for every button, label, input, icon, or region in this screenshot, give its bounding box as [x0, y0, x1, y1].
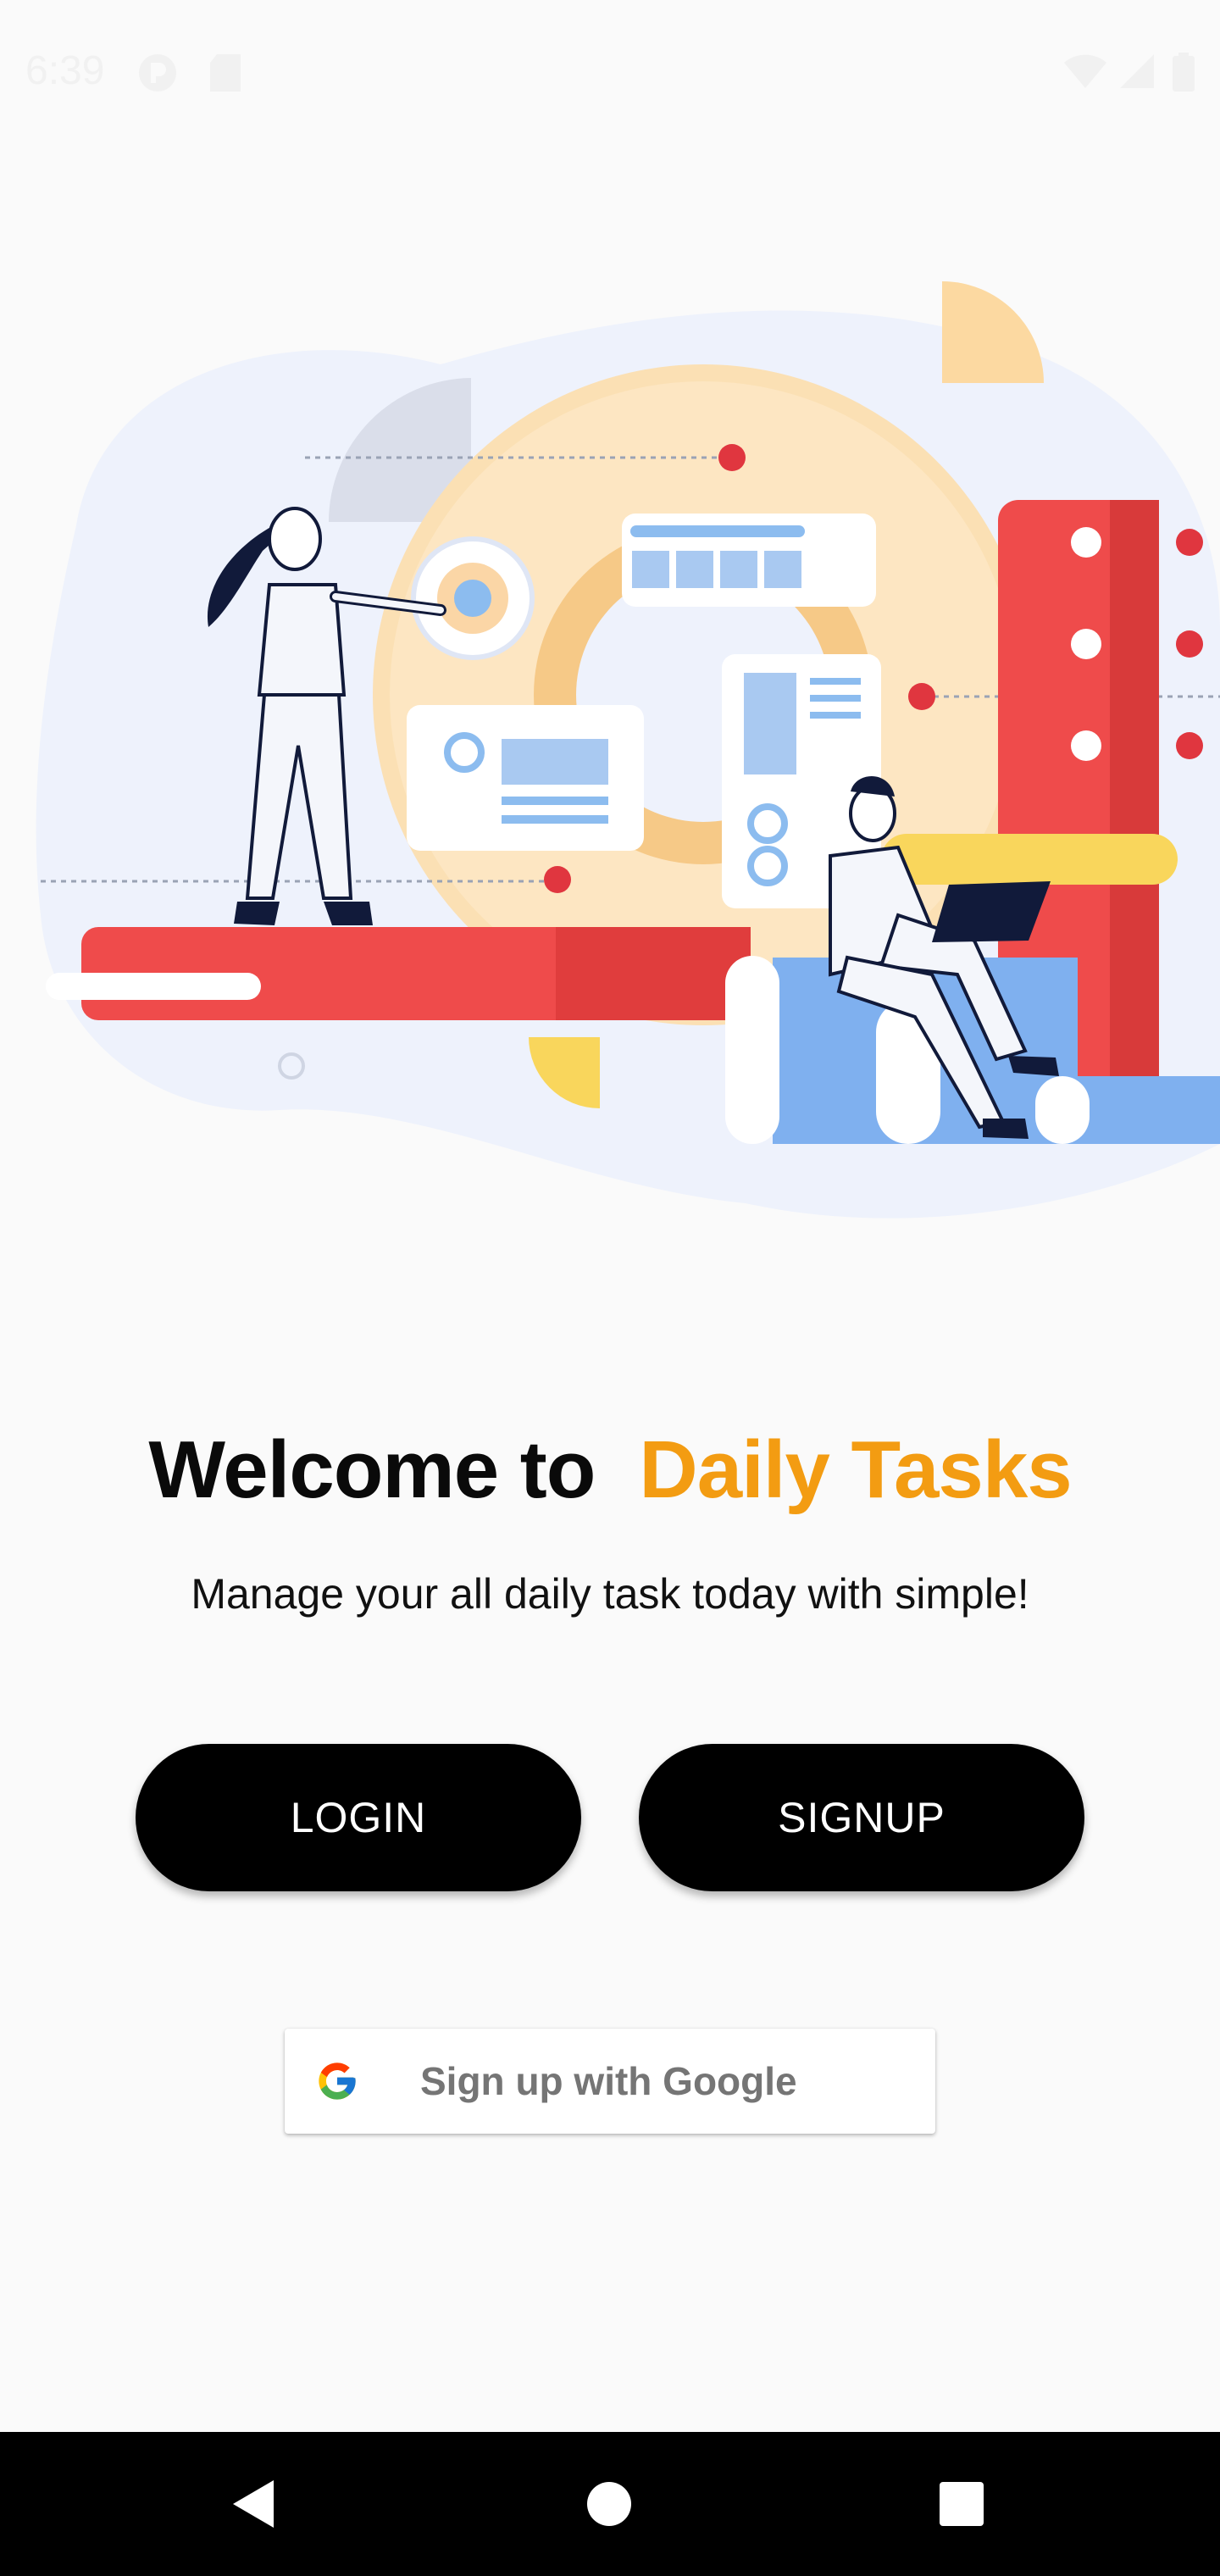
welcome-heading: Welcome to Daily Tasks	[0, 1424, 1220, 1517]
back-triangle-icon	[233, 2480, 274, 2528]
hero-illustration	[36, 281, 1220, 1219]
nav-home-button[interactable]	[571, 2466, 647, 2542]
app-name: Daily Tasks	[639, 1424, 1072, 1515]
google-signup-label: Sign up with Google	[420, 2059, 797, 2103]
app-notification-icon	[137, 53, 178, 97]
signal-icon	[1118, 53, 1156, 94]
home-circle-icon	[587, 2482, 631, 2526]
google-logo-icon	[315, 2059, 359, 2103]
nav-recents-button[interactable]	[923, 2466, 1000, 2542]
welcome-prefix: Welcome to	[148, 1424, 596, 1515]
status-time: 6:39	[25, 48, 105, 93]
system-nav-bar	[0, 2432, 1220, 2576]
battery-icon	[1173, 53, 1195, 96]
nav-back-button[interactable]	[215, 2466, 291, 2542]
welcome-subtitle: Manage your all daily task today with si…	[191, 1570, 1029, 1618]
sd-card-icon	[208, 53, 242, 97]
wifi-icon	[1064, 53, 1106, 94]
signup-button[interactable]: SIGNUP	[639, 1744, 1084, 1891]
login-button[interactable]: LOGIN	[136, 1744, 581, 1891]
recents-square-icon	[940, 2482, 984, 2526]
status-bar: 6:39	[0, 0, 1220, 144]
google-signup-button[interactable]: Sign up with Google	[285, 2029, 935, 2134]
